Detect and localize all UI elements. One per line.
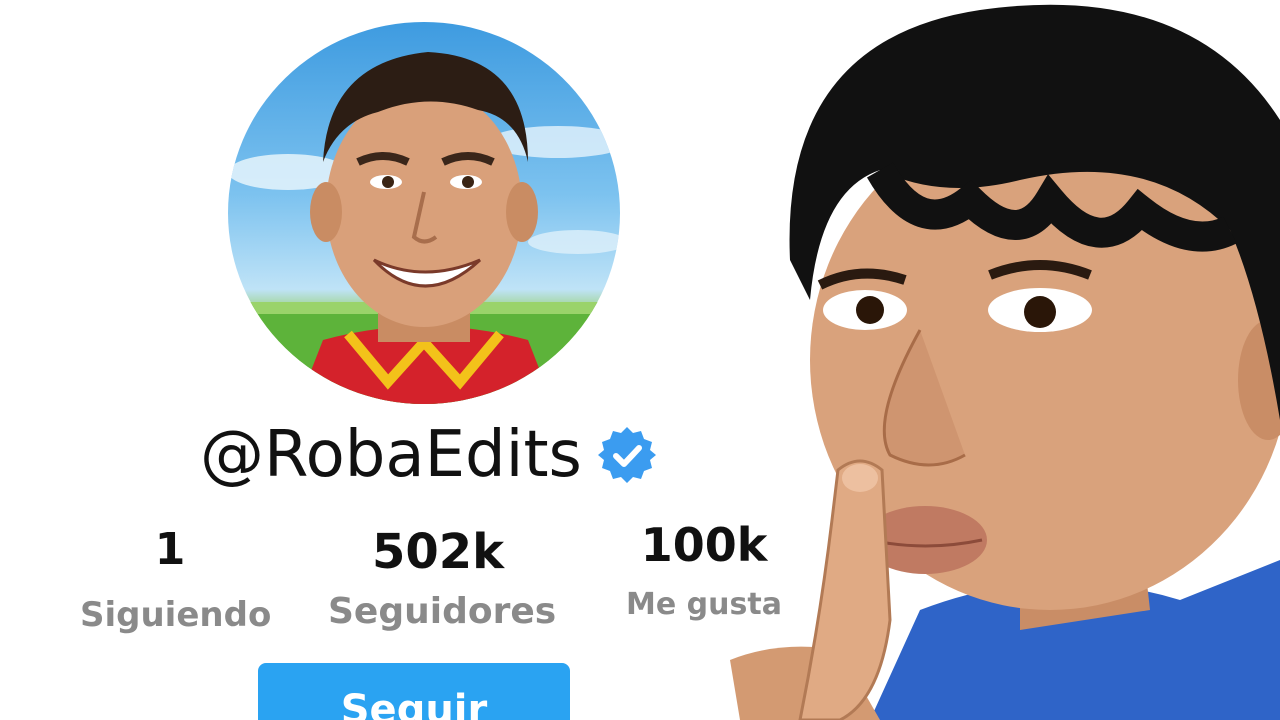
- creator-photo: [720, 0, 1280, 720]
- thumbnail-stage: @RobaEdits 1 Siguiendo 502k Seguidores 1…: [0, 0, 1280, 720]
- profile-username: @RobaEdits: [200, 418, 582, 492]
- username-row: @RobaEdits: [200, 410, 658, 500]
- stat-followers[interactable]: 502k Seguidores: [328, 524, 557, 632]
- stat-following[interactable]: 1 Siguiendo: [80, 524, 272, 635]
- follow-button[interactable]: Seguir: [258, 663, 570, 720]
- stat-value: 1: [154, 524, 186, 575]
- stat-label: Seguidores: [328, 591, 557, 632]
- profile-avatar[interactable]: [228, 22, 620, 404]
- stat-value: 502k: [371, 524, 505, 580]
- verified-badge-icon: [596, 424, 658, 486]
- stat-label: Siguiendo: [80, 595, 272, 635]
